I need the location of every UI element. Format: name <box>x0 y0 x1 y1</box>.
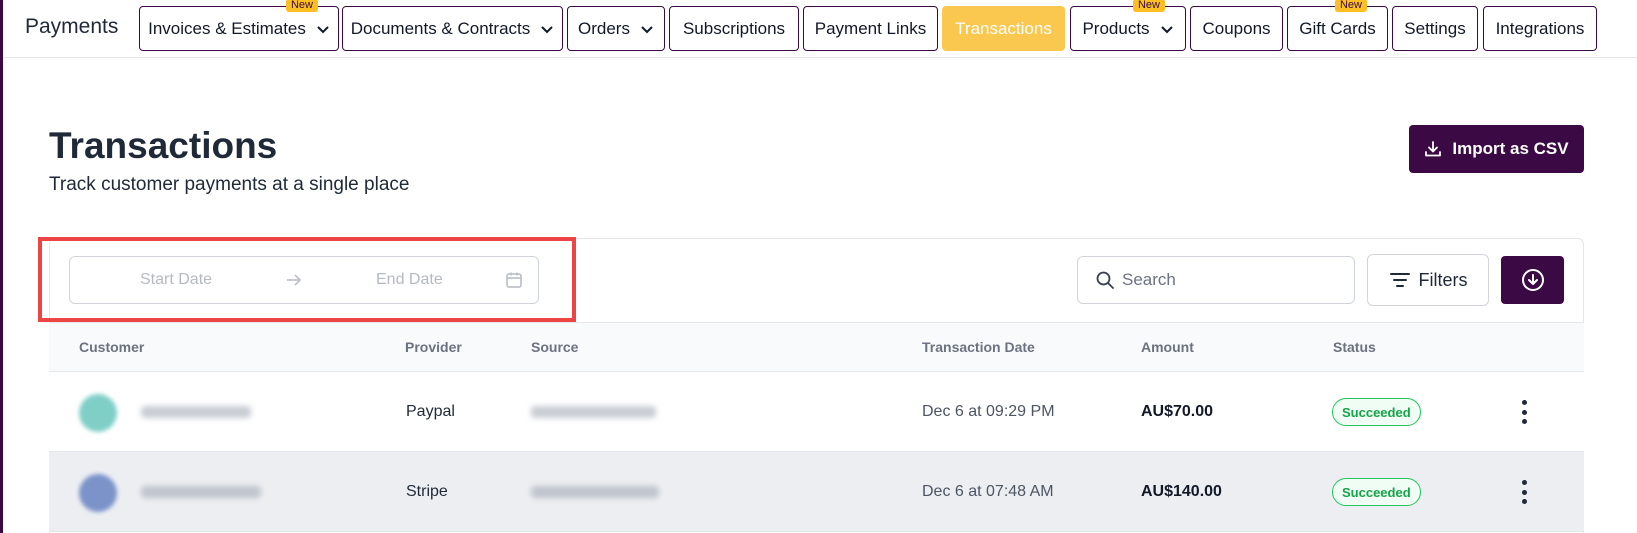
chevron-down-icon <box>317 25 329 33</box>
new-badge: New <box>285 0 318 12</box>
tab-label: Subscriptions <box>682 18 786 38</box>
tab-settings[interactable]: Settings <box>1392 6 1478 51</box>
tab-label: Documents & Contracts <box>350 18 531 38</box>
tab-products[interactable]: Products New <box>1070 0 1186 51</box>
top-nav-bar: Payments Invoices & Estimates New Docume… <box>3 0 1637 58</box>
column-header-source[interactable]: Source <box>531 339 578 355</box>
chevron-down-icon <box>541 25 553 33</box>
import-csv-label: Import as CSV <box>1452 139 1569 158</box>
download-icon <box>1425 141 1442 157</box>
customer-name-redacted <box>141 406 251 418</box>
customer-name-redacted <box>141 486 261 498</box>
avatar <box>79 474 117 512</box>
left-rail <box>0 0 3 533</box>
tab-orders[interactable]: Orders <box>567 6 665 51</box>
tab-subscriptions[interactable]: Subscriptions <box>669 6 799 51</box>
tab-documents-contracts[interactable]: Documents & Contracts <box>342 6 563 51</box>
column-header-amount[interactable]: Amount <box>1141 339 1194 355</box>
source-redacted <box>531 406 656 418</box>
tab-label: Orders <box>578 18 630 38</box>
column-header-provider[interactable]: Provider <box>405 339 462 355</box>
more-options-icon[interactable] <box>1517 400 1531 424</box>
column-header-status[interactable]: Status <box>1333 339 1376 355</box>
tab-label: Transactions <box>955 18 1052 38</box>
search-placeholder: Search <box>1122 270 1176 289</box>
column-header-transaction-date[interactable]: Transaction Date <box>922 339 1035 355</box>
chevron-down-icon <box>641 25 653 33</box>
arrow-right-icon <box>287 274 302 286</box>
app-title: Payments <box>25 15 119 38</box>
search-icon <box>1096 271 1114 289</box>
status-badge: Succeeded <box>1332 398 1421 426</box>
status-badge: Succeeded <box>1332 478 1421 506</box>
new-badge: New <box>1334 0 1367 12</box>
more-options-icon[interactable] <box>1517 480 1531 504</box>
tab-integrations[interactable]: Integrations <box>1483 6 1597 51</box>
tab-label: Coupons <box>1202 18 1271 38</box>
tab-gift-cards[interactable]: Gift Cards New <box>1287 0 1388 51</box>
tab-label: Settings <box>1404 18 1466 38</box>
search-input[interactable]: Search <box>1077 256 1355 304</box>
tab-invoices-estimates[interactable]: Invoices & Estimates New <box>139 0 339 51</box>
download-button[interactable] <box>1501 256 1564 304</box>
tab-label: Payment Links <box>814 18 927 38</box>
tab-label: Invoices & Estimates <box>148 18 306 38</box>
tab-transactions[interactable]: Transactions <box>942 6 1065 51</box>
tab-coupons[interactable]: Coupons <box>1190 6 1283 51</box>
avatar <box>79 394 117 432</box>
table-header: Customer Provider Source Transaction Dat… <box>49 322 1584 372</box>
tab-label: Products <box>1082 18 1150 38</box>
page-subtitle: Track customer payments at a single plac… <box>49 174 410 195</box>
tab-label: Integrations <box>1495 18 1585 38</box>
filters-label: Filters <box>1418 269 1468 290</box>
chevron-down-icon <box>1160 25 1173 33</box>
table-row[interactable]: Stripe Dec 6 at 07:48 AM AU$140.00 Succe… <box>49 452 1584 532</box>
filter-icon <box>1389 273 1410 287</box>
start-date-input[interactable]: Start Date <box>140 271 212 289</box>
provider-cell: Paypal <box>406 403 455 420</box>
amount-cell: AU$140.00 <box>1141 483 1222 500</box>
end-date-input[interactable]: End Date <box>376 271 443 289</box>
import-csv-button[interactable]: Import as CSV <box>1409 125 1584 173</box>
source-redacted <box>531 486 659 498</box>
transaction-date-cell: Dec 6 at 07:48 AM <box>922 483 1054 500</box>
calendar-icon[interactable] <box>505 271 523 289</box>
tab-label: Gift Cards <box>1299 18 1376 38</box>
table-row[interactable]: Paypal Dec 6 at 09:29 PM AU$70.00 Succee… <box>49 372 1584 452</box>
filters-button[interactable]: Filters <box>1367 254 1489 306</box>
new-badge: New <box>1132 0 1165 12</box>
page-title: Transactions <box>49 125 278 166</box>
provider-cell: Stripe <box>406 483 448 500</box>
download-circle-icon <box>1521 269 1544 291</box>
amount-cell: AU$70.00 <box>1141 403 1214 420</box>
transaction-date-cell: Dec 6 at 09:29 PM <box>922 403 1055 420</box>
tab-payment-links[interactable]: Payment Links <box>803 6 938 51</box>
column-header-customer[interactable]: Customer <box>79 339 144 355</box>
date-range-picker[interactable]: Start Date End Date <box>69 256 539 304</box>
